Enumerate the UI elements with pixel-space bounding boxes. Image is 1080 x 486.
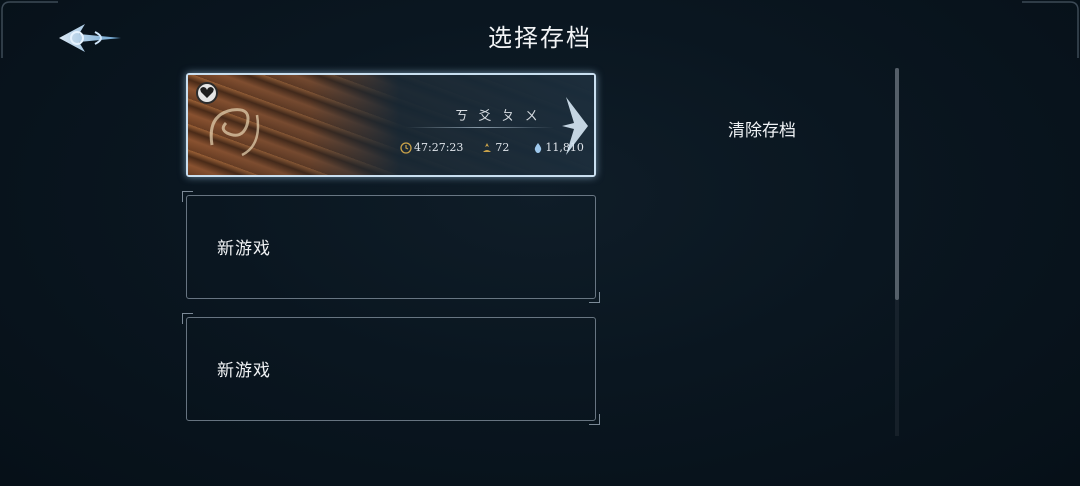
new-game-label: 新游戏 bbox=[217, 239, 271, 259]
level-value: 72 bbox=[495, 141, 510, 154]
wing-ornament-icon bbox=[562, 97, 588, 155]
save-slot-2[interactable]: 新游戏 bbox=[182, 191, 600, 303]
page-title: 选择存档 bbox=[488, 24, 592, 52]
clock-icon bbox=[400, 141, 412, 154]
divider bbox=[406, 127, 554, 128]
scrollbar[interactable] bbox=[895, 68, 899, 436]
playtime-stat: 47:27:23 bbox=[400, 141, 463, 154]
save-slot-stats: 47:27:23 72 11,810 bbox=[400, 141, 584, 154]
scrollbar-thumb[interactable] bbox=[895, 68, 899, 300]
heart-badge-icon bbox=[196, 82, 218, 104]
save-slot-3[interactable]: 新游戏 bbox=[182, 313, 600, 425]
playtime-value: 47:27:23 bbox=[414, 141, 464, 154]
level-icon bbox=[483, 142, 492, 152]
soul-drop-icon bbox=[535, 142, 542, 153]
save-slot-1[interactable]: ㄎ 爻 ㄆ ㄨ 47:27:23 72 11,810 bbox=[186, 73, 596, 177]
new-game-label: 新游戏 bbox=[217, 361, 271, 381]
level-stat: 72 bbox=[481, 141, 509, 154]
clear-save-button[interactable]: 清除存档 bbox=[728, 116, 796, 141]
save-slot-name: ㄎ 爻 ㄆ ㄨ bbox=[455, 109, 541, 124]
